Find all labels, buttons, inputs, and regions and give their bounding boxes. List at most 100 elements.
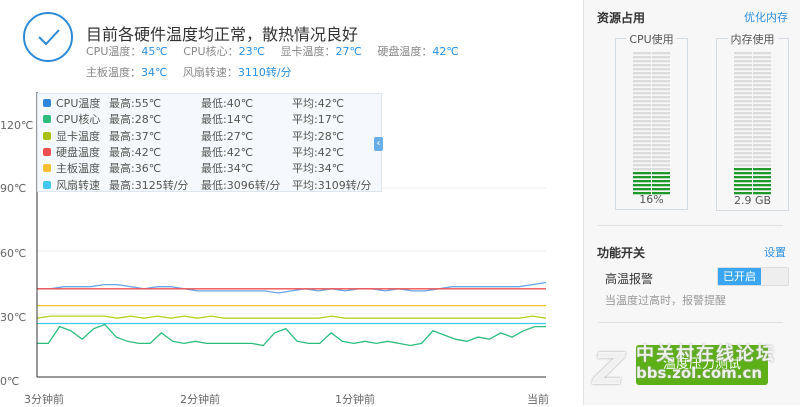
meter-segment (633, 108, 651, 111)
meter-segment (652, 188, 670, 191)
meter-segment (652, 80, 670, 83)
meter-segment (734, 124, 752, 127)
meter-segment (633, 128, 651, 131)
meter-segment (652, 140, 670, 143)
collapse-legend-button[interactable]: ‹ (374, 137, 383, 151)
meter-segment (734, 68, 752, 71)
meter-segment (734, 156, 752, 159)
meter-segment (633, 188, 651, 191)
meter-segment (734, 144, 752, 147)
meter-segment (734, 152, 752, 155)
switch-title: 功能开关 (597, 246, 646, 260)
meter-segment (753, 116, 771, 119)
meter-segment (734, 92, 752, 95)
meter-segment (753, 152, 771, 155)
legend-item[interactable]: 风扇转速 最高:3125转/分 最低:3096转/分 平均:3109转/分 (41, 177, 381, 194)
meter-segment (753, 164, 771, 167)
meter-segment (633, 180, 651, 183)
meter-segment (633, 176, 651, 179)
meter-segment (734, 112, 752, 115)
meter-segment (633, 116, 651, 119)
meter-segment (652, 116, 670, 119)
legend-item[interactable]: 硬盘温度 最高:42℃ 最低:42℃ 平均:42℃ (41, 144, 381, 161)
legend-name: CPU核心 (56, 113, 101, 127)
settings-link[interactable]: 设置 (764, 244, 786, 260)
resource-title: 资源占用 (597, 11, 646, 25)
legend-swatch (43, 115, 51, 124)
meter-segment (734, 172, 752, 175)
meter-segment (734, 132, 752, 135)
meter-segment (652, 184, 670, 187)
divider (598, 322, 783, 323)
meter-segment (652, 148, 670, 151)
legend-swatch (43, 131, 51, 140)
meter-segment (652, 136, 670, 139)
meter-segment (633, 172, 651, 175)
meter-segment (652, 84, 670, 87)
meter-segment (753, 96, 771, 99)
meter-segment (734, 140, 752, 143)
legend-min: 最低:40℃ (201, 97, 254, 110)
memory-usage-bar (734, 52, 771, 195)
meter-segment (753, 52, 771, 55)
alarm-toggle[interactable]: 已开启 (717, 267, 789, 286)
series-line (37, 281, 547, 294)
alarm-label: 高温报警 (605, 272, 654, 286)
meter-segment (753, 128, 771, 131)
meter-segment (633, 140, 651, 143)
legend-max: 最高:3125转/分 (109, 178, 189, 192)
temperature-chart (36, 92, 547, 378)
meter-segment (633, 80, 651, 83)
meter-segment (753, 80, 771, 83)
stress-test-button[interactable]: 温度压力测试 (636, 345, 768, 385)
meter-segment (734, 188, 752, 191)
meter-segment (652, 164, 670, 167)
meter-segment (652, 108, 670, 111)
meter-segment (633, 92, 651, 95)
alarm-description: 当温度过高时，报警提醒 (605, 294, 726, 307)
meter-segment (633, 60, 651, 63)
meter-segment (734, 60, 752, 63)
legend-swatch (43, 147, 51, 156)
meter-segment (633, 160, 651, 163)
legend-avg: 平均:42℃ (292, 145, 345, 159)
meter-segment (652, 168, 670, 171)
meter-segment (753, 84, 771, 87)
meter-segment (652, 96, 670, 99)
meter-segment (633, 164, 651, 167)
meter-segment (734, 160, 752, 163)
meter-segment (734, 104, 752, 107)
meter-segment (734, 88, 752, 91)
meter-segment (753, 100, 771, 103)
legend-name: 主板温度 (56, 162, 100, 176)
meter-segment (734, 96, 752, 99)
legend-item[interactable]: CPU核心 最高:28℃ 最低:14℃ 平均:17℃ (41, 111, 381, 128)
meter-segment (734, 72, 752, 75)
meter-segment (652, 176, 670, 179)
meter-segment (633, 100, 651, 103)
cpu-meter: CPU使用 16% (615, 33, 688, 210)
meter-segment (753, 88, 771, 91)
meter-segment (734, 80, 752, 83)
legend-item[interactable]: 显卡温度 最高:37℃ 最低:27℃ 平均:28℃ (41, 128, 381, 145)
optimize-memory-link[interactable]: 优化内存 (744, 9, 788, 25)
legend-swatch (43, 99, 51, 107)
sidebar: 资源占用 优化内存 CPU使用 16% 内存使用 2.9 GB 功能开关 设置 … (583, 0, 800, 405)
meter-segment (734, 184, 752, 187)
meter-segment (652, 56, 670, 59)
meter-segment (753, 172, 771, 175)
legend-max: 最高:28℃ (109, 113, 162, 127)
meter-segment (652, 152, 670, 155)
legend-min: 最低:14℃ (201, 113, 254, 127)
legend-item[interactable]: 主板温度 最高:36℃ 最低:34℃ 平均:34℃ (41, 160, 381, 177)
meter-segment (734, 108, 752, 111)
meter-segment (652, 92, 670, 95)
meter-segment (734, 76, 752, 79)
meter-segment (652, 60, 670, 63)
cpu-usage-value: 16% (639, 193, 664, 206)
meter-segment (734, 52, 752, 55)
legend-item[interactable]: CPU温度 最高:55℃ 最低:40℃ 平均:42℃ (41, 95, 381, 112)
meter-segment (652, 120, 670, 123)
meter-segment (633, 96, 651, 99)
meter-segment (652, 88, 670, 91)
